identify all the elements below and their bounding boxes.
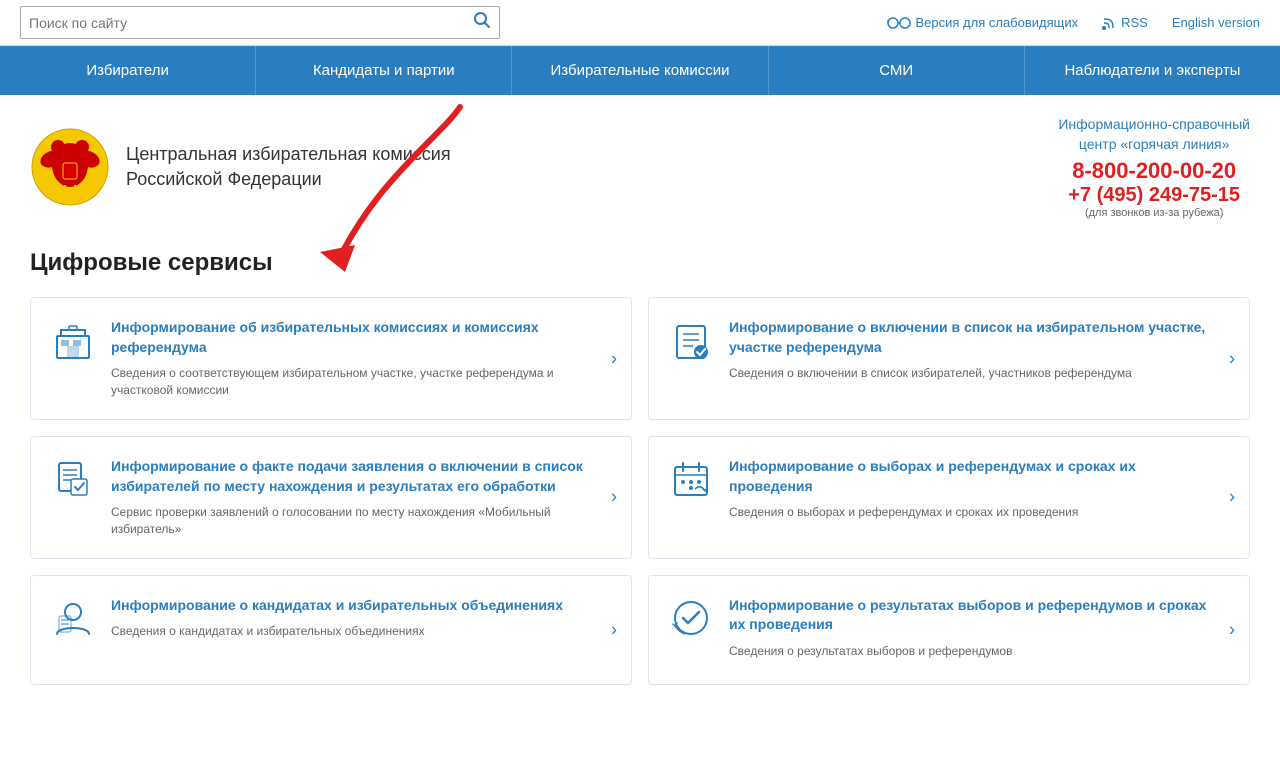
results-icon (669, 596, 713, 640)
english-link[interactable]: English version (1172, 15, 1260, 30)
service-card-results-info[interactable]: Информирование о результатах выборов и р… (648, 575, 1250, 685)
results-info-desc: Сведения о результатах выборов и референ… (729, 643, 1209, 660)
service-card-inclusion-info[interactable]: Информирование о включении в список на и… (648, 297, 1250, 420)
hotline-title: Информационно-справочный центр «горячая … (1058, 115, 1250, 154)
candidates-info-desc: Сведения о кандидатах и избирательных об… (111, 623, 591, 640)
commission-icon (51, 318, 95, 362)
org-name: Центральная избирательная комиссия Росси… (126, 142, 451, 192)
search-button[interactable] (473, 11, 491, 34)
nav-item-commissions[interactable]: Избирательные комиссии (512, 46, 768, 95)
commission-info-desc: Сведения о соответствующем избирательном… (111, 365, 591, 399)
inclusion-info-content: Информирование о включении в список на и… (729, 318, 1209, 382)
elections-info-arrow: › (1229, 487, 1235, 508)
vision-link[interactable]: Версия для слабовидящих (887, 15, 1079, 30)
service-card-commission-info[interactable]: Информирование об избирательных комиссия… (30, 297, 632, 420)
inclusion-info-title: Информирование о включении в список на и… (729, 318, 1209, 357)
application-info-arrow: › (611, 487, 617, 508)
org-emblem (30, 127, 110, 207)
results-info-title: Информирование о результатах выборов и р… (729, 596, 1209, 635)
person-icon (51, 596, 95, 640)
document-icon (51, 457, 95, 501)
calendar-icon (669, 457, 713, 501)
elections-info-desc: Сведения о выборах и референдумах и срок… (729, 504, 1209, 521)
list-icon (669, 318, 713, 362)
commission-info-arrow: › (611, 348, 617, 369)
search-container (20, 6, 500, 39)
rss-label: RSS (1121, 15, 1148, 30)
candidates-info-title: Информирование о кандидатах и избиратель… (111, 596, 591, 616)
service-card-elections-info[interactable]: Информирование о выборах и референдумах … (648, 436, 1250, 559)
hotline-number1: 8-800-200-00-20 (1058, 158, 1250, 184)
commission-info-title: Информирование об избирательных комиссия… (111, 318, 591, 357)
header-area: Центральная избирательная комиссия Росси… (0, 95, 1280, 229)
hotline-section: Информационно-справочный центр «горячая … (1058, 115, 1250, 219)
elections-info-content: Информирование о выборах и референдумах … (729, 457, 1209, 521)
main-nav: Избиратели Кандидаты и партии Избиратель… (0, 46, 1280, 95)
elections-info-title: Информирование о выборах и референдумах … (729, 457, 1209, 496)
section-title: Цифровые сервисы (30, 249, 1250, 277)
services-section: Информирование об избирательных комиссия… (30, 297, 1250, 685)
service-card-candidates-info[interactable]: Информирование о кандидатах и избиратель… (30, 575, 632, 685)
candidates-info-content: Информирование о кандидатах и избиратель… (111, 596, 591, 640)
application-info-desc: Сервис проверки заявлений о голосовании … (111, 504, 591, 538)
english-label: English version (1172, 15, 1260, 30)
hotline-number2: +7 (495) 249-75-15 (1058, 184, 1250, 207)
main-content: Цифровые сервисы (0, 229, 1280, 725)
nav-item-observers[interactable]: Наблюдатели и эксперты (1025, 46, 1280, 95)
logo-section: Центральная избирательная комиссия Росси… (30, 127, 451, 207)
application-info-title: Информирование о факте подачи заявления … (111, 457, 591, 496)
hotline-note: (для звонков из-за рубежа) (1058, 207, 1250, 219)
search-input[interactable] (29, 15, 473, 31)
nav-item-media[interactable]: СМИ (769, 46, 1025, 95)
commission-info-content: Информирование об избирательных комиссия… (111, 318, 591, 399)
rss-link[interactable]: RSS (1102, 15, 1148, 30)
results-info-content: Информирование о результатах выборов и р… (729, 596, 1209, 660)
vision-label: Версия для слабовидящих (916, 15, 1079, 30)
top-right-links: Версия для слабовидящих RSS English vers… (887, 15, 1261, 30)
nav-item-voters[interactable]: Избиратели (0, 46, 256, 95)
candidates-info-arrow: › (611, 619, 617, 640)
application-info-content: Информирование о факте подачи заявления … (111, 457, 591, 538)
results-info-arrow: › (1229, 619, 1235, 640)
inclusion-info-arrow: › (1229, 348, 1235, 369)
inclusion-info-desc: Сведения о включении в список избирателе… (729, 365, 1209, 382)
nav-item-candidates[interactable]: Кандидаты и партии (256, 46, 512, 95)
top-bar: Версия для слабовидящих RSS English vers… (0, 0, 1280, 46)
service-grid: Информирование об избирательных комиссия… (30, 297, 1250, 685)
service-card-application-info[interactable]: Информирование о факте подачи заявления … (30, 436, 632, 559)
